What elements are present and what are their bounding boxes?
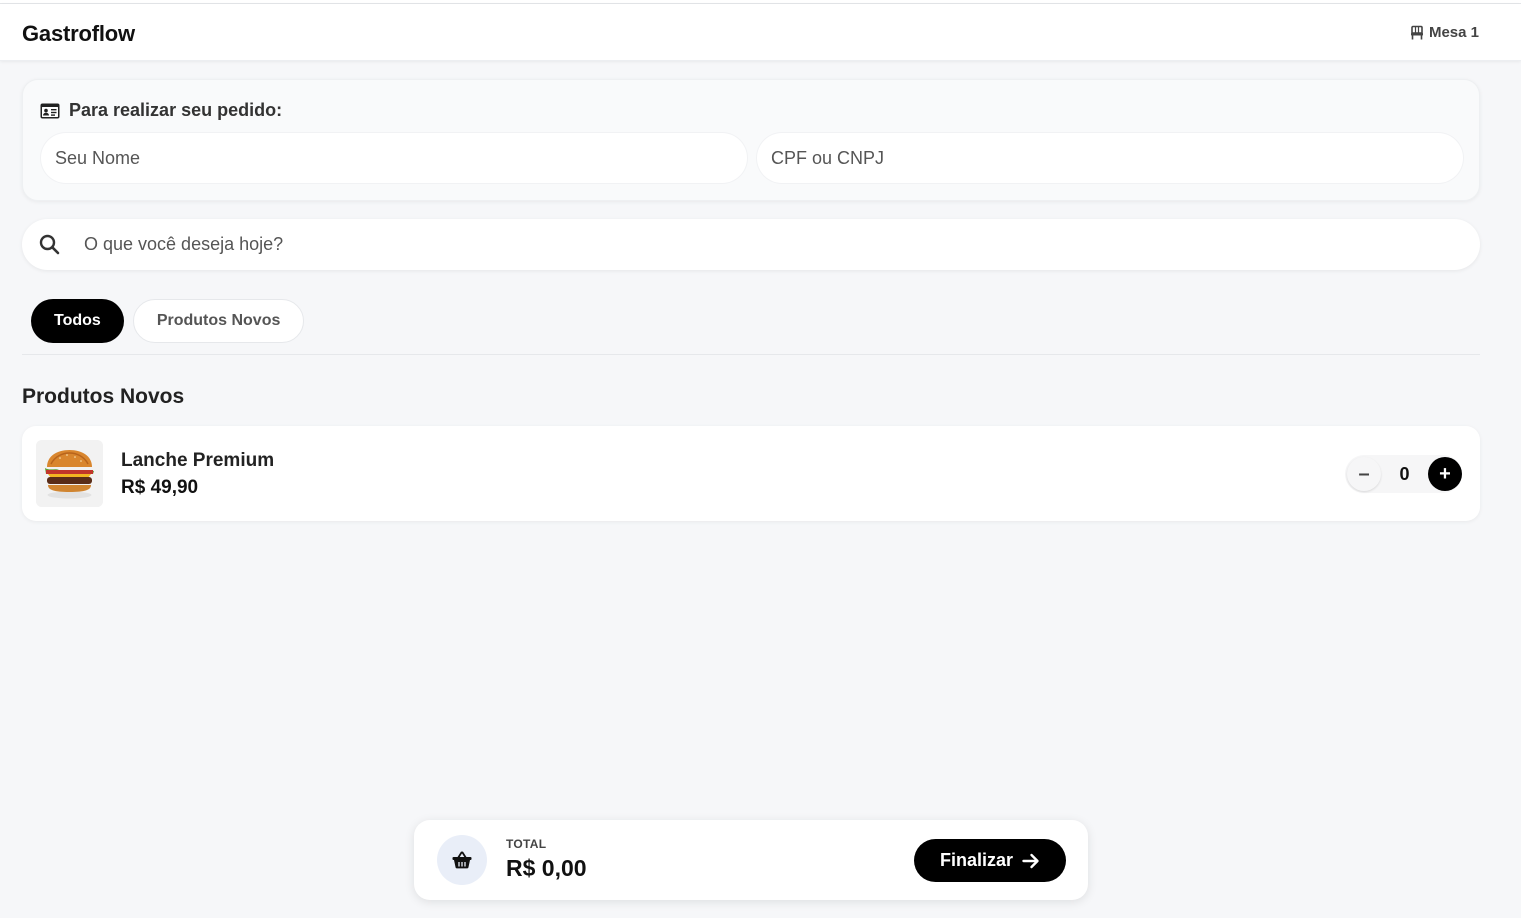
search-input[interactable] — [80, 219, 1460, 270]
cpf-cnpj-input[interactable] — [757, 133, 1463, 183]
cart-button[interactable] — [437, 835, 487, 885]
section-title: Produtos Novos — [22, 385, 185, 408]
name-input[interactable] — [41, 133, 747, 183]
order-form-title-text: Para realizar seu pedido: — [69, 100, 283, 120]
order-form-title: Para realizar seu pedido: — [40, 100, 282, 121]
product-card[interactable]: Lanche Premium R$ 49,90 – 0 + — [22, 426, 1480, 521]
divider — [22, 354, 1480, 355]
category-tabs: Todos Produtos Novos — [31, 299, 305, 343]
quantity-stepper: – 0 + — [1345, 455, 1462, 493]
id-card-icon — [40, 103, 60, 118]
burger-image — [36, 440, 103, 507]
brand-logo: Gastroflow — [22, 21, 135, 46]
product-image — [36, 440, 103, 507]
table-label: Mesa 1 — [1428, 24, 1479, 41]
table-badge: Mesa 1 — [1410, 24, 1479, 41]
quantity-value: 0 — [1399, 463, 1410, 484]
arrow-right-icon — [1022, 853, 1039, 868]
total-value: R$ 0,00 — [506, 855, 587, 881]
product-price: R$ 49,90 — [121, 477, 199, 498]
tab-todos[interactable]: Todos — [31, 299, 124, 343]
tab-produtos-novos[interactable]: Produtos Novos — [132, 299, 305, 343]
order-info-card: Para realizar seu pedido: — [22, 79, 1480, 201]
product-name: Lanche Premium — [121, 450, 275, 471]
finalize-label: Finalizar — [939, 850, 1014, 870]
finalize-button[interactable]: Finalizar — [914, 839, 1066, 882]
search-bar[interactable] — [22, 219, 1480, 270]
increase-quantity-button[interactable]: + — [1427, 457, 1462, 491]
basket-icon — [452, 851, 472, 869]
chair-icon — [1410, 25, 1423, 40]
total-label: TOTAL — [506, 837, 547, 851]
cart-summary-bar: TOTAL R$ 0,00 Finalizar — [414, 820, 1088, 900]
decrease-quantity-button[interactable]: – — [1347, 457, 1381, 491]
search-icon — [39, 234, 60, 255]
app-header: Gastroflow Mesa 1 — [0, 4, 1521, 61]
